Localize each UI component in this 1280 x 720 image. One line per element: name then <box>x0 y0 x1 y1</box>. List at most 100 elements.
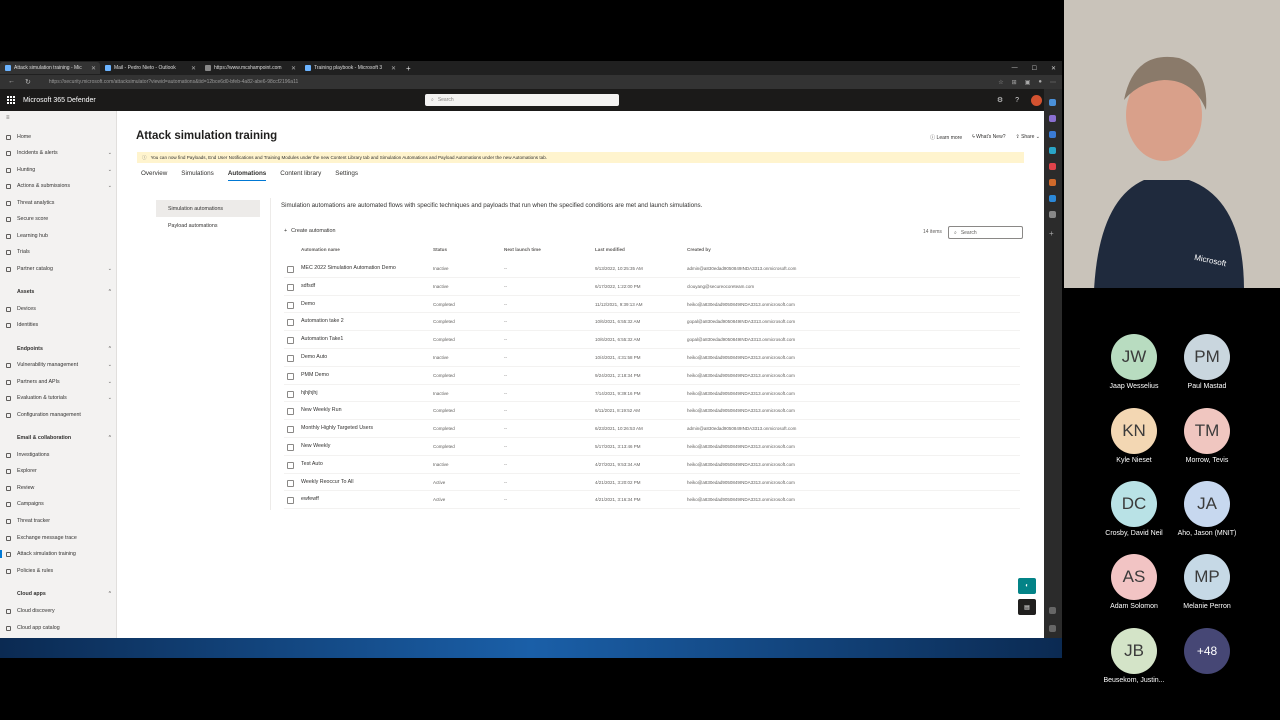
table-row[interactable]: Automation Take1 Completed -- 10/6/2021, 6:… <box>284 331 1020 349</box>
learn-more-link[interactable]: ⓘ Learn more <box>930 134 962 141</box>
table-row[interactable]: Monthly Highly Targeted Users Completed --… <box>284 420 1020 438</box>
row-checkbox[interactable] <box>287 337 294 345</box>
gear-icon[interactable] <box>1049 625 1056 632</box>
sidebar-item[interactable]: Incidents & alerts ⌄ <box>6 150 112 156</box>
sidebar-item[interactable]: Home <box>6 134 112 140</box>
tab-settings[interactable]: Settings <box>335 170 358 181</box>
telegram-icon[interactable] <box>1049 211 1056 218</box>
tab-overview[interactable]: Overview <box>141 170 167 181</box>
sidebar-item[interactable]: Secure score <box>6 216 112 222</box>
row-checkbox[interactable] <box>287 283 294 291</box>
assistant-button[interactable]: ◐ <box>1018 578 1036 594</box>
row-checkbox[interactable] <box>287 479 294 487</box>
row-checkbox[interactable] <box>287 408 294 416</box>
url-field[interactable]: https://security.microsoft.com/attacksim… <box>49 79 298 85</box>
whats-new-link[interactable]: ϟ What's New? <box>972 134 1005 141</box>
minimize-icon[interactable]: — <box>1012 65 1018 71</box>
table-row[interactable]: Weekly Reoccur To All Active -- 4/21/2021, … <box>284 474 1020 492</box>
row-checkbox[interactable] <box>287 497 294 505</box>
suite-brand[interactable]: Microsoft 365 Defender <box>23 97 96 104</box>
sidebar-settings-icon[interactable] <box>1049 607 1056 614</box>
sidebar-item[interactable]: Trials <box>6 249 112 255</box>
table-row[interactable]: Demo Auto Inactive -- 10/4/2021, 4:31:58 PM… <box>284 349 1020 367</box>
more-participants-button[interactable]: +48 <box>1167 628 1247 677</box>
participant-tile[interactable]: KN Kyle Nieset <box>1094 408 1174 464</box>
row-checkbox[interactable] <box>287 372 294 380</box>
column-header-name[interactable]: Automation name <box>301 247 340 252</box>
sidebar-item[interactable]: Learning hub <box>6 233 112 239</box>
games-icon[interactable] <box>1049 147 1056 154</box>
row-checkbox[interactable] <box>287 426 294 434</box>
row-checkbox[interactable] <box>287 355 294 362</box>
subnav-simulation-automations[interactable]: Simulation automations <box>156 200 260 217</box>
sidebar-item[interactable]: Vulnerability management ⌄ <box>6 362 112 368</box>
profile-icon[interactable]: ● <box>1038 79 1042 86</box>
sidebar-item[interactable]: Cloud discovery <box>6 608 112 614</box>
close-tab-icon[interactable]: ✕ <box>391 65 396 72</box>
row-checkbox[interactable] <box>287 461 294 469</box>
sidebar-item[interactable]: Email & collaboration ⌃ <box>6 435 112 441</box>
sidebar-item[interactable]: Policies & rules <box>6 568 112 574</box>
back-icon[interactable]: ← <box>8 78 15 86</box>
sidebar-item[interactable]: Assets ⌃ <box>6 289 112 295</box>
row-checkbox[interactable] <box>287 301 294 309</box>
tab-simulations[interactable]: Simulations <box>181 170 214 181</box>
close-tab-icon[interactable]: ✕ <box>191 65 196 72</box>
new-tab-icon[interactable]: + <box>400 64 417 73</box>
participant-tile[interactable]: JW Jaap Wesselius <box>1094 334 1174 390</box>
sidebar-item[interactable]: Actions & submissions ⌄ <box>6 183 112 189</box>
sidebar-item[interactable]: Configuration management <box>6 412 112 418</box>
table-row[interactable]: sdfsdf Inactive -- 6/17/2022, 1:22:00 PM clo… <box>284 278 1020 296</box>
extensions-icon[interactable]: ⊞ <box>1012 79 1017 86</box>
office-icon[interactable] <box>1049 163 1056 170</box>
share-button[interactable]: ⇪ Share ⌄ <box>1015 134 1040 141</box>
table-row[interactable]: Automation take 2 Completed -- 10/6/2021, 6… <box>284 313 1020 332</box>
participant-tile[interactable]: AS Adam Solomon <box>1094 554 1174 610</box>
sidebar-item[interactable]: Exchange message trace <box>6 535 112 541</box>
sidebar-item[interactable]: Threat analytics <box>6 200 112 206</box>
maximize-icon[interactable]: ☐ <box>1032 65 1037 72</box>
row-checkbox[interactable] <box>287 444 294 451</box>
favorites-icon[interactable]: ☆ <box>998 79 1003 86</box>
column-header-next-launch[interactable]: Next launch time <box>504 247 541 252</box>
outlook-icon[interactable] <box>1049 179 1056 186</box>
drop-icon[interactable] <box>1049 195 1056 202</box>
browser-tab[interactable]: Attack simulation training - Mic ✕ <box>0 62 100 74</box>
browser-tab[interactable]: Mail - Pedro Nieto - Outlook ✕ <box>100 62 200 74</box>
participant-tile[interactable]: JB Beusekom, Justin... <box>1094 628 1174 684</box>
help-icon[interactable]: ? <box>1015 97 1019 104</box>
table-row[interactable]: Test Auto Inactive -- 4/27/2021, 9:53:34 AM… <box>284 456 1020 474</box>
sidebar-item[interactable]: Cloud apps ⌃ <box>6 591 112 597</box>
table-row[interactable]: New Weekly Run Completed -- 6/11/2021, 8:19… <box>284 402 1020 421</box>
sidebar-item[interactable]: Identities <box>6 322 112 328</box>
close-tab-icon[interactable]: ✕ <box>91 65 96 72</box>
sidebar-item[interactable]: Hunting ⌄ <box>6 167 112 173</box>
global-search-input[interactable]: ⌕ Search <box>425 94 619 106</box>
browser-tab[interactable]: https://www.mcshampoint.com ✕ <box>200 62 300 74</box>
collections-icon[interactable]: ▣ <box>1025 79 1031 86</box>
sidebar-item[interactable]: Investigations <box>6 452 112 458</box>
sidebar-item[interactable]: Evaluation & tutorials ⌄ <box>6 395 112 401</box>
close-window-icon[interactable]: ✕ <box>1051 65 1056 72</box>
tab-automations[interactable]: Automations <box>227 170 267 181</box>
sidebar-item[interactable]: Threat tracker <box>6 518 112 524</box>
table-row[interactable]: Demo Completed -- 11/12/2021, 9:39:13 AM hei… <box>284 296 1020 314</box>
create-automation-button[interactable]: + Create automation <box>284 228 336 234</box>
refresh-icon[interactable]: ↻ <box>25 78 31 86</box>
shopping-icon[interactable] <box>1049 115 1056 122</box>
sidebar-item[interactable]: Attack simulation training <box>0 550 112 558</box>
sidebar-item[interactable]: Devices <box>6 306 112 312</box>
table-row[interactable]: New Weekly Completed -- 5/17/2021, 3:13:46 … <box>284 438 1020 456</box>
feedback-button[interactable]: ▤ <box>1018 599 1036 615</box>
avatar[interactable] <box>1031 94 1042 106</box>
table-row[interactable]: ewfewff Active -- 4/21/2021, 3:16:34 PM heik… <box>284 491 1020 510</box>
table-search-input[interactable]: ⌕ Search <box>948 226 1023 239</box>
sidebar-item[interactable]: Partners and APIs ⌄ <box>6 379 112 385</box>
add-icon[interactable]: + <box>1049 229 1056 238</box>
collapse-nav-icon[interactable]: ≡ <box>6 115 10 121</box>
row-checkbox[interactable] <box>287 390 294 398</box>
table-row[interactable]: hjhjhjhj Inactive -- 7/14/2021, 9:39:16 PM h… <box>284 385 1020 403</box>
table-row[interactable]: PMM Demo Completed -- 9/24/2021, 2:18:34 PM… <box>284 367 1020 385</box>
app-launcher-icon[interactable] <box>7 96 15 104</box>
sidebar-item[interactable]: Review <box>6 485 112 491</box>
